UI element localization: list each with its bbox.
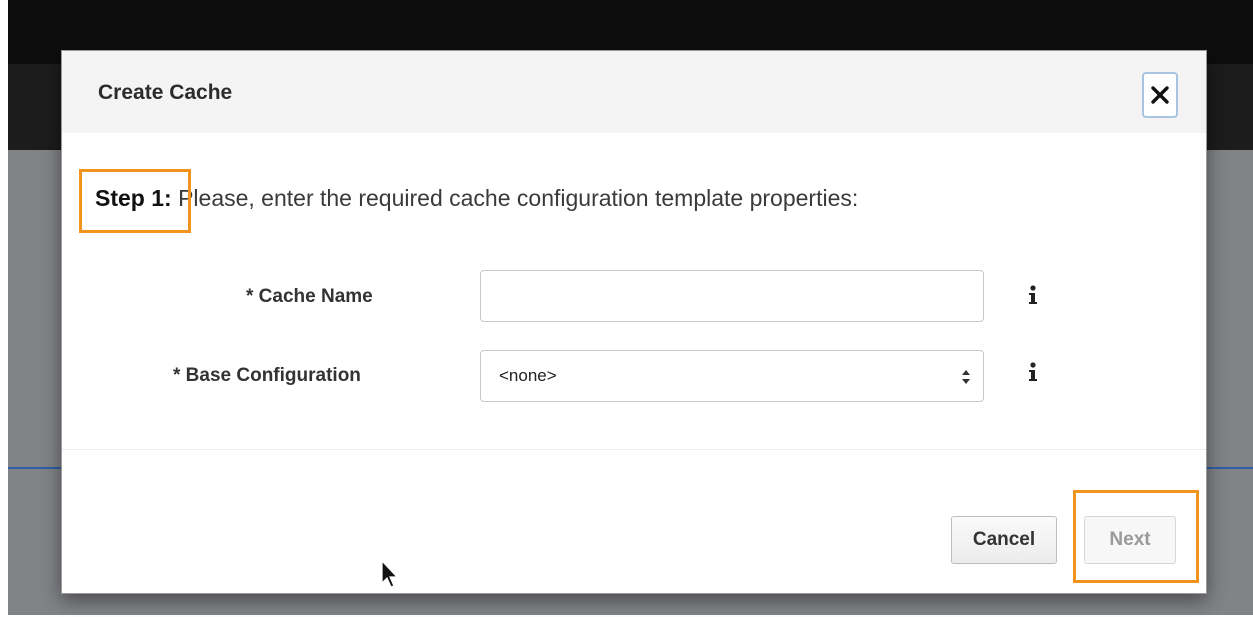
- next-highlight-box: [1073, 490, 1199, 583]
- cache-name-label: * Cache Name: [246, 286, 373, 307]
- base-configuration-select[interactable]: <none>: [480, 350, 984, 402]
- create-cache-modal: Create Cache Step 1: Please, enter the r…: [61, 50, 1207, 594]
- step-highlight-box: [79, 169, 191, 233]
- modal-title: Create Cache: [98, 81, 233, 104]
- close-button[interactable]: [1142, 72, 1178, 118]
- modal-body: Step 1: Please, enter the required cache…: [62, 133, 1206, 595]
- left-strip: [0, 0, 8, 617]
- select-arrows-icon: [962, 370, 970, 384]
- info-icon: [1029, 285, 1037, 304]
- step-text: Please, enter the required cache configu…: [171, 185, 859, 211]
- mouse-cursor-icon: [381, 560, 399, 588]
- footer-divider: [62, 449, 1206, 450]
- base-configuration-label: * Base Configuration: [173, 365, 361, 386]
- close-icon: [1151, 86, 1169, 104]
- modal-header: Create Cache: [62, 51, 1206, 133]
- select-value: <none>: [499, 366, 557, 385]
- cache-name-input[interactable]: [480, 270, 984, 322]
- info-icon: [1029, 362, 1037, 381]
- step-instruction: Step 1: Please, enter the required cache…: [95, 185, 858, 212]
- cancel-button[interactable]: Cancel: [951, 516, 1057, 564]
